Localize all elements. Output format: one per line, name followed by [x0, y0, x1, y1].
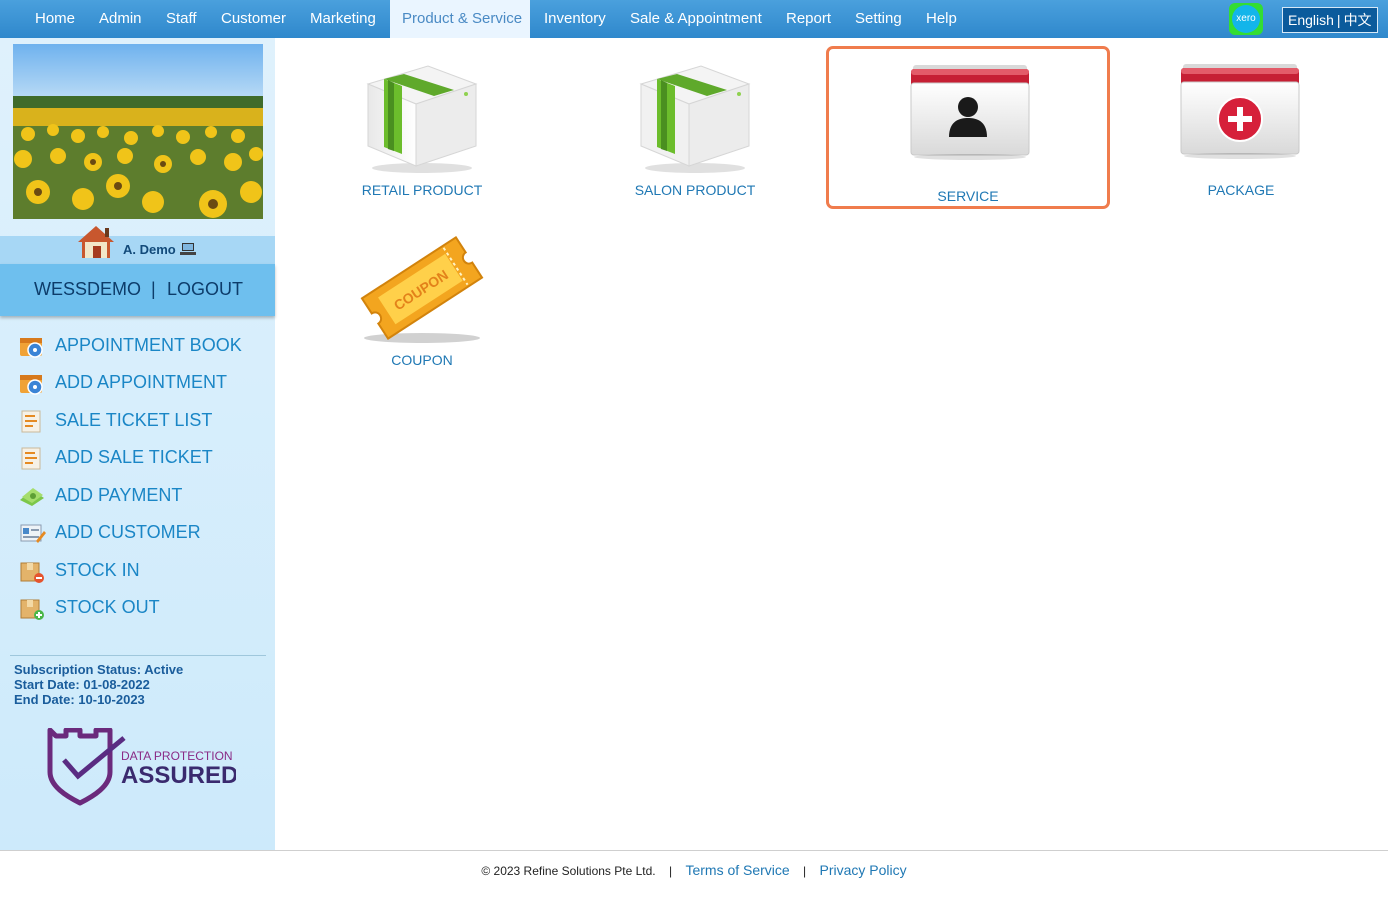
- divider: [10, 655, 266, 656]
- coupon-tile[interactable]: COUPON COUPON: [322, 210, 522, 380]
- footer-divider: [0, 850, 1388, 851]
- menu-label: STOCK OUT: [55, 597, 160, 617]
- terms-of-service-link[interactable]: Terms of Service: [685, 862, 789, 878]
- tile-label: SALON PRODUCT: [634, 182, 756, 198]
- subscription-status: Subscription Status: Active: [14, 662, 184, 677]
- footer-separator: |: [803, 864, 807, 878]
- dpa-line2: ASSURED: [121, 762, 236, 789]
- footer-separator: |: [668, 864, 673, 878]
- retail-product-tile[interactable]: RETAIL PRODUCT: [322, 40, 522, 210]
- data-protection-assured-logo: DATA PROTECTION ASSURED: [47, 728, 236, 806]
- tile-label: PACKAGE: [1207, 182, 1275, 198]
- package-folder-icon: [1180, 64, 1300, 159]
- menu-label: STOCK IN: [55, 560, 140, 580]
- nav-report[interactable]: Report: [774, 0, 843, 38]
- menu-item-stock-out[interactable]: STOCK OUT: [18, 593, 263, 623]
- nav-product-service[interactable]: Product & Service: [390, 0, 530, 38]
- footer: © 2023 Refine Solutions Pte Ltd. | Terms…: [0, 862, 1388, 878]
- xero-icon: xero: [1232, 5, 1260, 33]
- tile-label: RETAIL PRODUCT: [361, 182, 483, 198]
- nav-inventory[interactable]: Inventory: [532, 0, 618, 38]
- copyright: © 2023 Refine Solutions Pte Ltd.: [481, 864, 656, 878]
- nav-setting[interactable]: Setting: [843, 0, 914, 38]
- account-name-link[interactable]: WESSDEMO: [34, 264, 141, 314]
- menu-label: ADD SALE TICKET: [55, 447, 213, 467]
- menu-label: ADD PAYMENT: [55, 485, 183, 505]
- end-date: End Date: 10-10-2023: [14, 692, 145, 707]
- lang-separator: |: [1336, 12, 1341, 28]
- money-icon: [20, 488, 44, 506]
- service-folder-icon: [910, 65, 1030, 160]
- menu-label: ADD APPOINTMENT: [55, 372, 228, 392]
- product-box-icon: [639, 65, 751, 173]
- logout-link[interactable]: LOGOUT: [167, 264, 243, 314]
- tile-label: SERVICE: [937, 188, 999, 204]
- menu-item-stock-in[interactable]: STOCK IN: [18, 556, 263, 586]
- nav-help[interactable]: Help: [914, 0, 969, 38]
- start-date: Start Date: 01-08-2022: [14, 677, 150, 692]
- menu-item-add-sale-ticket[interactable]: ADD SALE TICKET: [18, 443, 263, 473]
- sidebar: A. Demo WESSDEMO | LOGOUT APPOINTMENT BO…: [0, 38, 275, 850]
- box-in-icon: [20, 562, 44, 583]
- salon-product-tile[interactable]: SALON PRODUCT: [595, 40, 795, 210]
- nav-home[interactable]: Home: [23, 0, 87, 38]
- tile-label: COUPON: [391, 352, 453, 368]
- menu-label: APPOINTMENT BOOK: [55, 335, 242, 355]
- menu-label: ADD CUSTOMER: [55, 522, 201, 542]
- calendar-clock-icon: [20, 338, 43, 358]
- nav-customer[interactable]: Customer: [209, 0, 298, 38]
- menu-item-add-appointment[interactable]: ADD APPOINTMENT: [18, 368, 263, 398]
- product-box-icon: [366, 65, 478, 173]
- menu-item-add-customer[interactable]: ADD CUSTOMER: [18, 518, 263, 548]
- account-separator: |: [151, 279, 156, 299]
- coupon-icon: COUPON: [360, 235, 484, 343]
- receipt-icon: [21, 410, 41, 433]
- nav-staff[interactable]: Staff: [154, 0, 209, 38]
- menu-item-add-payment[interactable]: ADD PAYMENT: [18, 481, 263, 511]
- xero-button[interactable]: xero: [1229, 3, 1263, 35]
- package-tile[interactable]: PACKAGE: [1141, 40, 1341, 210]
- subscription-info: Subscription Status: Active Start Date: …: [14, 662, 183, 707]
- sunflower-field-photo: [13, 44, 263, 219]
- lang-chinese-link[interactable]: 中文: [1344, 12, 1372, 28]
- home-icon[interactable]: [76, 224, 116, 260]
- service-tile[interactable]: SERVICE: [826, 46, 1110, 209]
- menu-item-sale-ticket-list[interactable]: SALE TICKET LIST: [18, 406, 263, 436]
- menu-label: SALE TICKET LIST: [55, 410, 213, 430]
- top-nav: Home Admin Staff Customer Marketing Prod…: [0, 0, 1388, 38]
- nav-admin[interactable]: Admin: [87, 0, 154, 38]
- box-out-icon: [20, 599, 44, 620]
- lang-english-link[interactable]: English: [1288, 12, 1334, 28]
- account-bar: WESSDEMO | LOGOUT: [0, 264, 275, 316]
- privacy-policy-link[interactable]: Privacy Policy: [820, 862, 907, 878]
- nav-marketing[interactable]: Marketing: [298, 0, 388, 38]
- language-switcher: English | 中文: [1282, 7, 1378, 33]
- username: A. Demo: [123, 242, 176, 257]
- dpa-line1: DATA PROTECTION: [121, 749, 233, 763]
- menu-item-appointment-book[interactable]: APPOINTMENT BOOK: [18, 331, 263, 361]
- customer-card-icon: [20, 524, 46, 543]
- user-bar: A. Demo: [0, 226, 275, 264]
- nav-sale-appointment[interactable]: Sale & Appointment: [618, 0, 774, 38]
- laptop-icon: [180, 243, 196, 255]
- calendar-clock-icon: [20, 375, 43, 395]
- receipt-icon: [21, 447, 41, 470]
